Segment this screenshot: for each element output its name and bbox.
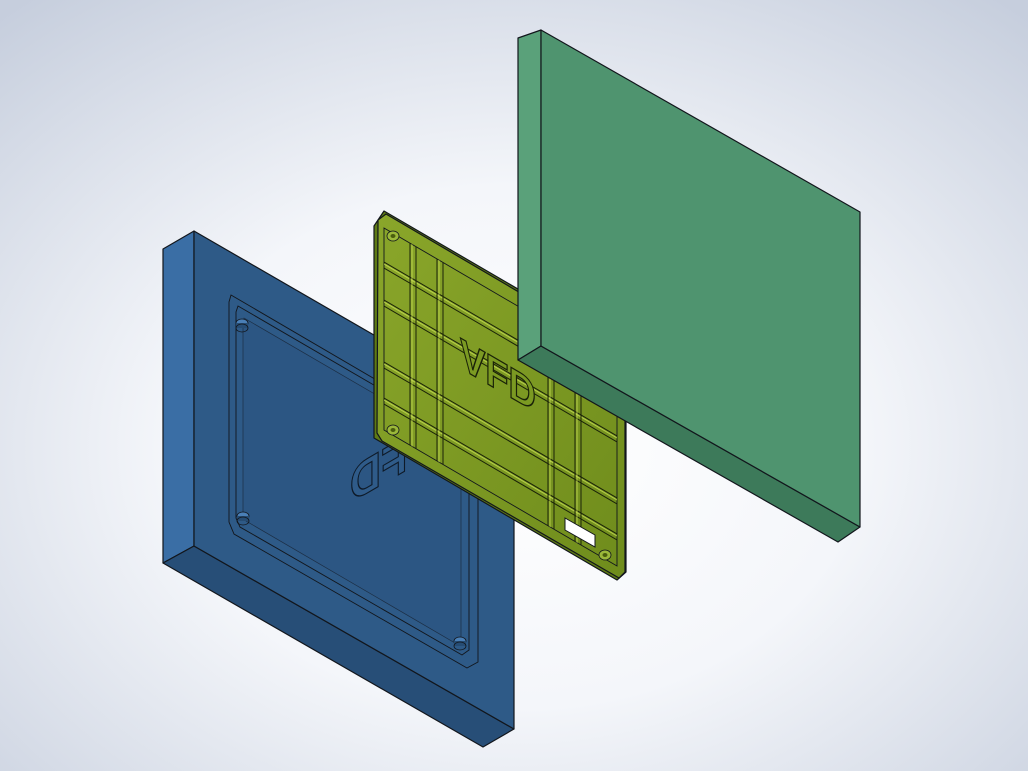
panel-boss [386, 230, 400, 242]
panel-boss [598, 549, 612, 561]
panel-boss [386, 424, 400, 436]
cad-viewport[interactable]: VFD VFD [0, 0, 1028, 771]
mold-base-side-face [162, 230, 195, 564]
exploded-assembly-view[interactable]: VFD VFD [0, 0, 1028, 771]
mold-cover-side-face [517, 29, 542, 361]
